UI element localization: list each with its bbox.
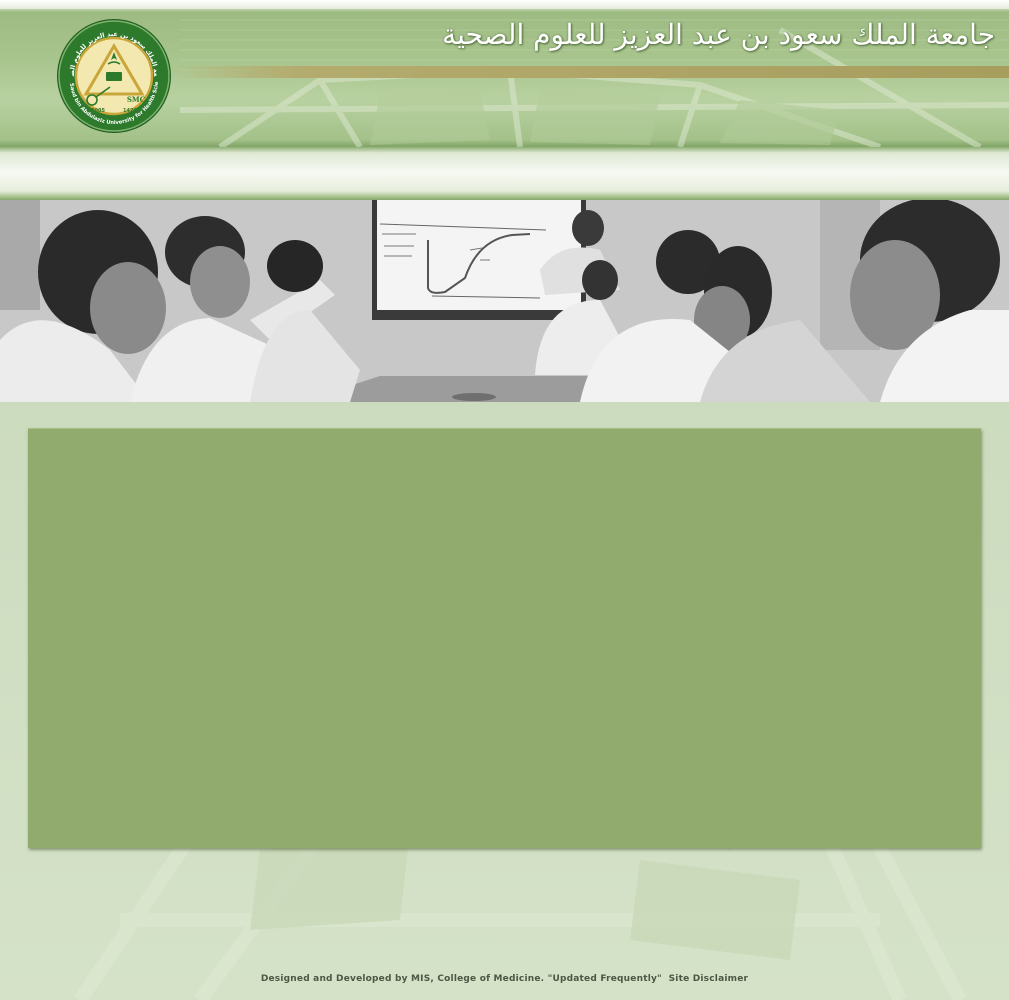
classroom-photo-icon — [0, 200, 1009, 402]
header-top-strip — [0, 0, 1009, 9]
main-content-panel — [28, 428, 981, 848]
university-seal-icon[interactable]: جامعة الملك سعود بن عبد العزيز للعلوم ال… — [56, 18, 172, 134]
classroom-photo-illustration — [0, 200, 1009, 402]
logo-initials: SMC — [127, 95, 146, 104]
site-disclaimer-link[interactable]: Site Disclaimer — [669, 974, 749, 984]
header-gold-stripe — [170, 66, 1009, 78]
logo-year-right: 1426 — [123, 108, 137, 114]
navigation-bar — [0, 147, 1009, 200]
logo-year-left: 2005 — [91, 108, 105, 114]
footer-credit: Designed and Developed by MIS, College o… — [260, 974, 662, 984]
footer: Designed and Developed by MIS, College o… — [0, 974, 1009, 984]
university-title-arabic: جامعة الملك سعود بن عبد العزيز للعلوم ال… — [442, 18, 995, 51]
